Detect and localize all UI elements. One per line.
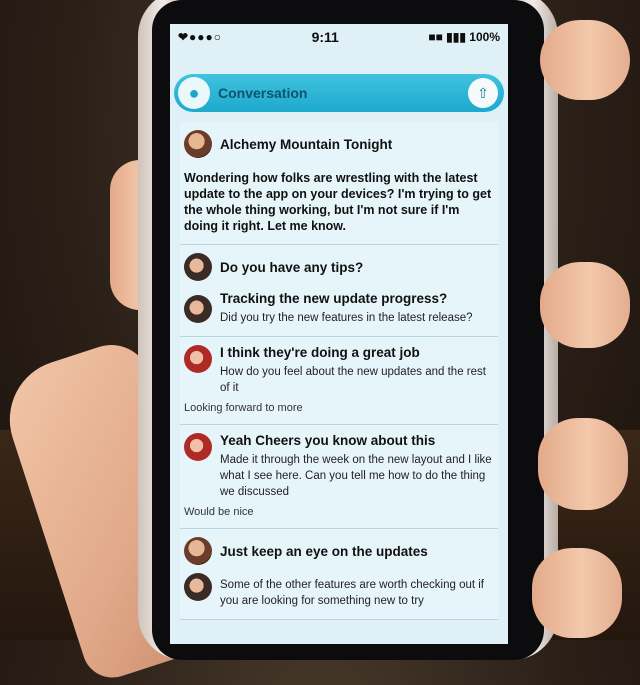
app-header: ● Conversation ⇧ <box>174 74 504 112</box>
avatar[interactable] <box>184 345 212 373</box>
post-body: Some of the other features are worth che… <box>220 579 485 607</box>
list-item[interactable]: Just keep an eye on the updates Some of … <box>180 529 498 620</box>
post-footer: Looking forward to more <box>184 402 303 414</box>
phone-screen: ❤●●●○ 9:11 ■■ ▮▮▮ 100% ● Conversation ⇧ … <box>170 24 508 644</box>
share-icon[interactable]: ⇧ <box>468 78 498 108</box>
app-title: Conversation <box>218 85 308 101</box>
list-item[interactable]: Alchemy Mountain Tonight Wondering how f… <box>180 122 498 245</box>
post-title: I think they're doing a great job <box>220 345 420 360</box>
hand-finger <box>532 548 622 638</box>
post-title: Tracking the new update progress? <box>220 291 448 306</box>
avatar[interactable] <box>184 130 212 158</box>
post-body: Wondering how folks are wrestling with t… <box>184 171 492 233</box>
avatar[interactable] <box>184 253 212 281</box>
list-item[interactable]: Yeah Cheers you know about this Made it … <box>180 425 498 529</box>
signal-indicator: ❤●●●○ <box>178 30 223 44</box>
list-item[interactable]: Do you have any tips? Tracking the new u… <box>180 245 498 337</box>
hand-finger <box>540 20 630 100</box>
avatar[interactable] <box>184 573 212 601</box>
post-body: Did you try the new features in the late… <box>220 312 473 324</box>
post-title: Do you have any tips? <box>220 259 364 275</box>
list-item[interactable]: I think they're doing a great job How do… <box>180 337 498 425</box>
app-logo-icon[interactable]: ● <box>178 77 210 109</box>
post-body: Made it through the week on the new layo… <box>220 454 492 498</box>
post-body: How do you feel about the new updates an… <box>220 366 486 394</box>
status-bar: ❤●●●○ 9:11 ■■ ▮▮▮ 100% <box>170 24 508 50</box>
post-footer: Would be nice <box>184 506 254 518</box>
avatar[interactable] <box>184 294 212 323</box>
post-title: Alchemy Mountain Tonight <box>220 136 393 152</box>
status-time: 9:11 <box>311 29 339 45</box>
hand-finger <box>540 262 630 348</box>
battery-indicator: ■■ ▮▮▮ 100% <box>428 30 500 44</box>
post-title: Yeah Cheers you know about this <box>220 433 436 448</box>
feed: Alchemy Mountain Tonight Wondering how f… <box>170 112 508 620</box>
avatar[interactable] <box>184 537 212 565</box>
hand-finger <box>538 418 628 510</box>
avatar[interactable] <box>184 433 212 461</box>
post-title: Just keep an eye on the updates <box>220 543 428 559</box>
